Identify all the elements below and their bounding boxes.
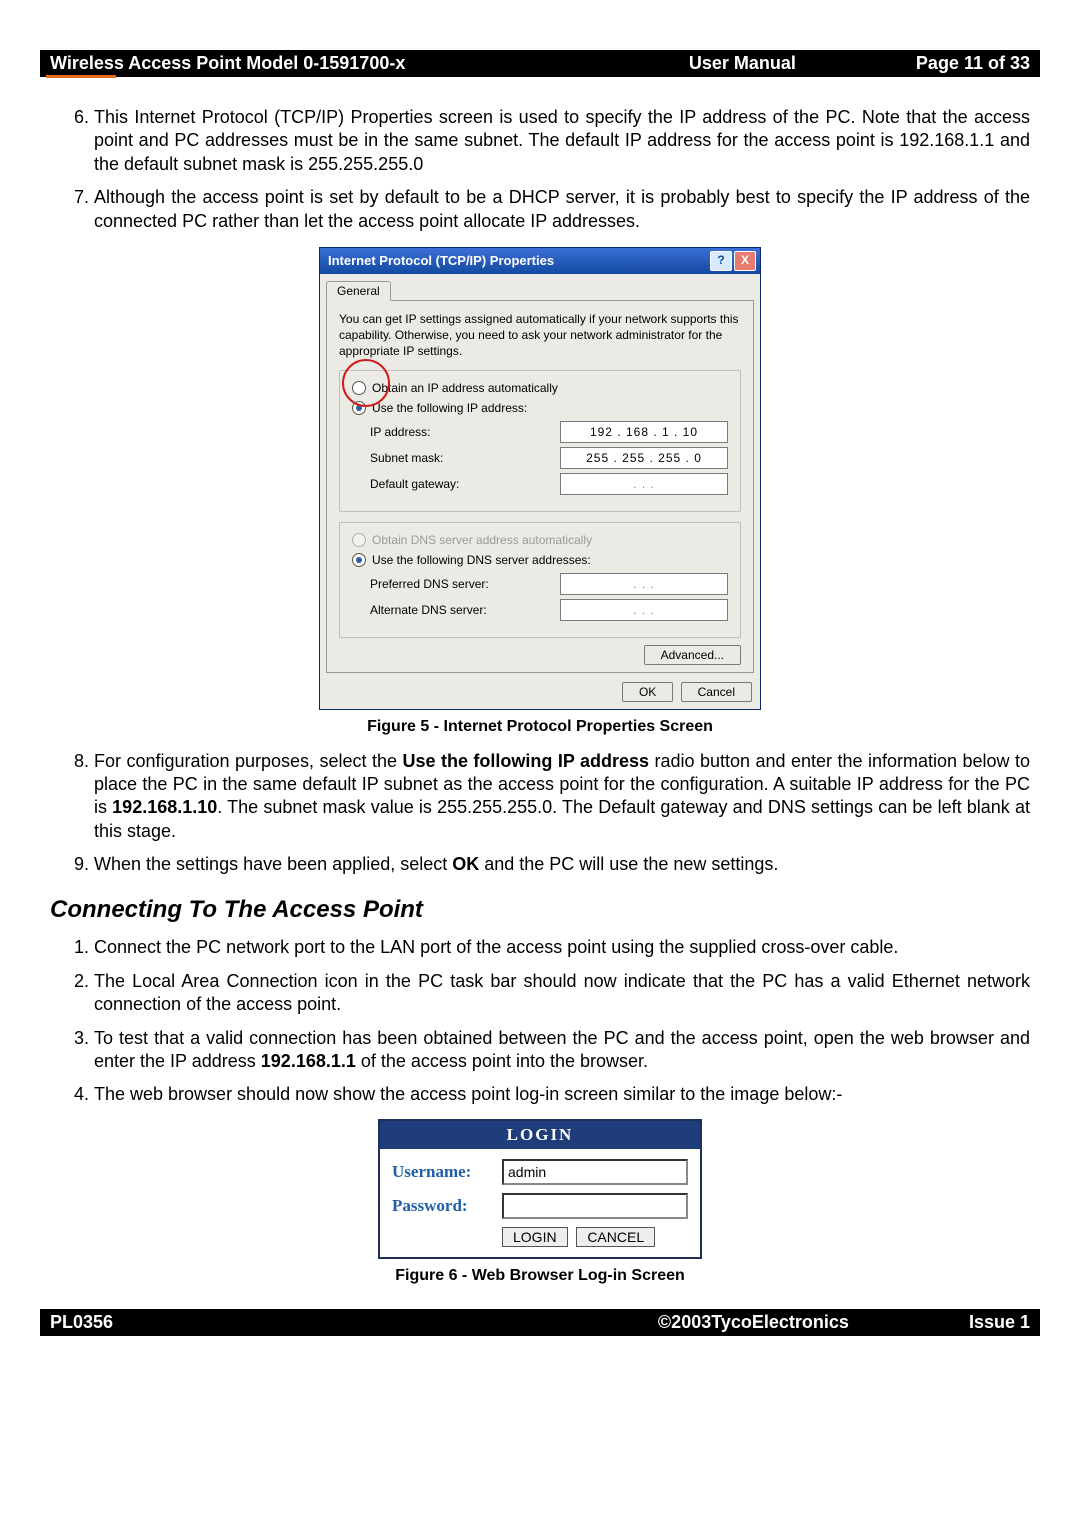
radio-ip-manual-label: Use the following IP address: [372, 401, 527, 415]
footer-right: Issue 1 [969, 1312, 1030, 1333]
conn-2: The Local Area Connection icon in the PC… [94, 970, 1030, 1017]
cancel-button[interactable]: Cancel [681, 682, 752, 702]
item-9: When the settings have been applied, sel… [94, 853, 1030, 876]
figure5-caption: Figure 5 - Internet Protocol Properties … [50, 718, 1030, 736]
footer-left: PL0356 [50, 1312, 658, 1333]
radio-dns-manual-label: Use the following DNS server addresses: [372, 553, 591, 567]
radio-ip-auto[interactable] [352, 381, 366, 395]
login-title: LOGIN [380, 1121, 700, 1149]
label-gateway: Default gateway: [370, 477, 560, 491]
input-subnet[interactable]: 255 . 255 . 255 . 0 [560, 447, 728, 469]
item-7: Although the access point is set by defa… [94, 186, 1030, 233]
label-ip: IP address: [370, 425, 560, 439]
input-gateway[interactable]: . . . [560, 473, 728, 495]
login-password-label: Password: [392, 1196, 502, 1216]
page-footer: PL0356 ©2003TycoElectronics Issue 1 [40, 1309, 1040, 1336]
help-icon[interactable]: ? [710, 251, 732, 271]
login-username-label: Username: [392, 1162, 502, 1182]
dialog-info-text: You can get IP settings assigned automat… [339, 311, 741, 360]
label-pdns: Preferred DNS server: [370, 577, 560, 591]
login-cancel-button[interactable]: CANCEL [576, 1227, 655, 1247]
dialog-title: Internet Protocol (TCP/IP) Properties [324, 253, 708, 268]
conn-4: The web browser should now show the acce… [94, 1083, 1030, 1106]
item-6: This Internet Protocol (TCP/IP) Properti… [94, 106, 1030, 176]
advanced-button[interactable]: Advanced... [644, 645, 741, 665]
close-icon[interactable]: X [734, 251, 756, 271]
radio-dns-manual[interactable] [352, 553, 366, 567]
radio-dns-auto[interactable] [352, 533, 366, 547]
header-right: Page 11 of 33 [916, 53, 1030, 74]
conn-3: To test that a valid connection has been… [94, 1027, 1030, 1074]
login-username-input[interactable]: admin [502, 1159, 688, 1185]
conn-1: Connect the PC network port to the LAN p… [94, 936, 1030, 959]
item-8: For configuration purposes, select the U… [94, 750, 1030, 844]
ip-settings-group: Obtain an IP address automatically Use t… [339, 370, 741, 512]
ok-button[interactable]: OK [622, 682, 673, 702]
input-ip[interactable]: 192 . 168 . 1 . 10 [560, 421, 728, 443]
login-button[interactable]: LOGIN [502, 1227, 568, 1247]
radio-ip-manual[interactable] [352, 401, 366, 415]
radio-dns-auto-label: Obtain DNS server address automatically [372, 533, 592, 547]
numbered-list-6-7: This Internet Protocol (TCP/IP) Properti… [50, 106, 1030, 233]
tcpip-dialog: Internet Protocol (TCP/IP) Properties ? … [319, 247, 761, 710]
radio-ip-auto-label: Obtain an IP address automatically [372, 381, 558, 395]
numbered-list-8-9: For configuration purposes, select the U… [50, 750, 1030, 877]
page-header: Wireless Access Point Model 0-1591700-x … [40, 50, 1040, 77]
login-box: LOGIN Username: admin Password: LOGIN CA… [378, 1119, 702, 1259]
label-subnet: Subnet mask: [370, 451, 560, 465]
input-adns[interactable]: . . . [560, 599, 728, 621]
login-password-input[interactable] [502, 1193, 688, 1219]
label-adns: Alternate DNS server: [370, 603, 560, 617]
input-pdns[interactable]: . . . [560, 573, 728, 595]
figure6-caption: Figure 6 - Web Browser Log-in Screen [50, 1267, 1030, 1285]
header-left: Wireless Access Point Model 0-1591700-x [50, 53, 689, 74]
section-connecting: Connecting To The Access Point [50, 896, 1030, 924]
dialog-titlebar[interactable]: Internet Protocol (TCP/IP) Properties ? … [320, 248, 760, 274]
header-mid: User Manual [689, 53, 796, 74]
tab-general[interactable]: General [326, 281, 391, 301]
dns-settings-group: Obtain DNS server address automatically … [339, 522, 741, 638]
footer-mid: ©2003TycoElectronics [658, 1312, 849, 1333]
numbered-list-conn: Connect the PC network port to the LAN p… [50, 936, 1030, 1106]
